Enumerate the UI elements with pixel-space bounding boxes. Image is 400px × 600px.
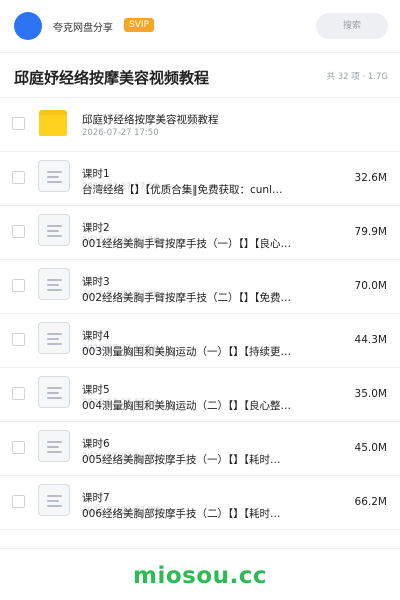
avatar[interactable] — [14, 12, 42, 40]
file-icon — [38, 322, 70, 354]
file-description: 004测量胸围和美胸运动（二）【】【良心整… — [82, 400, 292, 412]
search-input[interactable]: 搜索 — [316, 13, 388, 39]
file-icon — [38, 430, 70, 462]
row-checkbox[interactable] — [12, 441, 25, 454]
file-name: 课时5 — [82, 384, 110, 396]
folder-icon — [39, 110, 67, 136]
file-name: 课时3 — [82, 276, 110, 288]
file-description: 006经络美胸部按摩手技（二）【】【耗时… — [82, 508, 281, 520]
page-title: 邱庭妤经络按摩美容视频教程 — [14, 69, 210, 87]
total-size: 1.7G — [360, 72, 388, 82]
row-checkbox[interactable] — [12, 171, 25, 184]
file-icon — [38, 214, 70, 246]
file-name: 课时7 — [82, 492, 110, 504]
file-description: 002经络美胸手臂按摩手技（二）【】【免费… — [82, 292, 292, 304]
file-row[interactable]: 课时1 2026-07-27 17:50 台湾经络【】【优质合集‖免费获取：cu… — [0, 152, 400, 206]
username: 夸克网盘分享 — [53, 23, 113, 34]
share-header: 邱庭妤经络按摩美容视频教程 共 32 项1.7G — [0, 53, 400, 97]
folder-date: 2026-07-27 17:50 — [82, 128, 159, 138]
file-name: 课时4 — [82, 330, 110, 342]
file-description: 003测量胸围和美胸运动（一）【】【持续更… — [82, 346, 292, 358]
file-description: 001经络美胸手臂按摩手技（一）【】【良心… — [82, 238, 292, 250]
file-name: 课时1 — [82, 168, 110, 180]
file-size: 66.2M — [354, 496, 387, 508]
divider — [0, 548, 400, 549]
row-checkbox[interactable] — [12, 387, 25, 400]
file-icon — [38, 484, 70, 516]
file-name: 课时2 — [82, 222, 110, 234]
file-row[interactable]: 课时3 2026-07-27 17:50 002经络美胸手臂按摩手技（二）【】【… — [0, 260, 400, 314]
file-row[interactable]: 课时2 2026-07-27 17:50 001经络美胸手臂按摩手技（一）【】【… — [0, 206, 400, 260]
file-description: 005经络美胸部按摩手技（一）【】【耗时… — [82, 454, 281, 466]
file-row[interactable]: 课时7 2026-07-27 17:50 006经络美胸部按摩手技（二）【】【耗… — [0, 476, 400, 530]
file-size: 35.0M — [354, 388, 387, 400]
file-description: 台湾经络【】【优质合集‖免费获取：cunl… — [82, 184, 283, 196]
file-icon — [38, 376, 70, 408]
file-size: 45.0M — [354, 442, 387, 454]
row-checkbox[interactable] — [12, 495, 25, 508]
folder-row[interactable]: 邱庭妤经络按摩美容视频教程 2026-07-27 17:50 — [0, 98, 400, 152]
file-icon — [38, 160, 70, 192]
file-size: 79.9M — [354, 226, 387, 238]
file-row[interactable]: 课时5 2026-07-27 17:50 004测量胸围和美胸运动（二）【】【良… — [0, 368, 400, 422]
file-size: 44.3M — [354, 334, 387, 346]
share-meta: 共 32 项1.7G — [327, 70, 388, 82]
file-name: 课时6 — [82, 438, 110, 450]
file-size: 70.0M — [354, 280, 387, 292]
item-count: 共 32 项 — [326, 72, 360, 82]
file-icon — [38, 268, 70, 300]
top-bar: 夸克网盘分享 SVIP 搜索 — [0, 0, 400, 52]
watermark: miosou.cc — [132, 563, 268, 589]
row-checkbox[interactable] — [12, 117, 25, 130]
svip-badge: SVIP — [124, 18, 154, 32]
file-row[interactable]: 课时4 2026-07-27 17:50 003测量胸围和美胸运动（一）【】【持… — [0, 314, 400, 368]
folder-name: 邱庭妤经络按摩美容视频教程 — [82, 114, 219, 126]
row-checkbox[interactable] — [12, 279, 25, 292]
file-size: 32.6M — [354, 172, 387, 184]
file-row[interactable]: 课时6 2026-07-27 17:50 005经络美胸部按摩手技（一）【】【耗… — [0, 422, 400, 476]
row-checkbox[interactable] — [12, 225, 25, 238]
row-checkbox[interactable] — [12, 333, 25, 346]
